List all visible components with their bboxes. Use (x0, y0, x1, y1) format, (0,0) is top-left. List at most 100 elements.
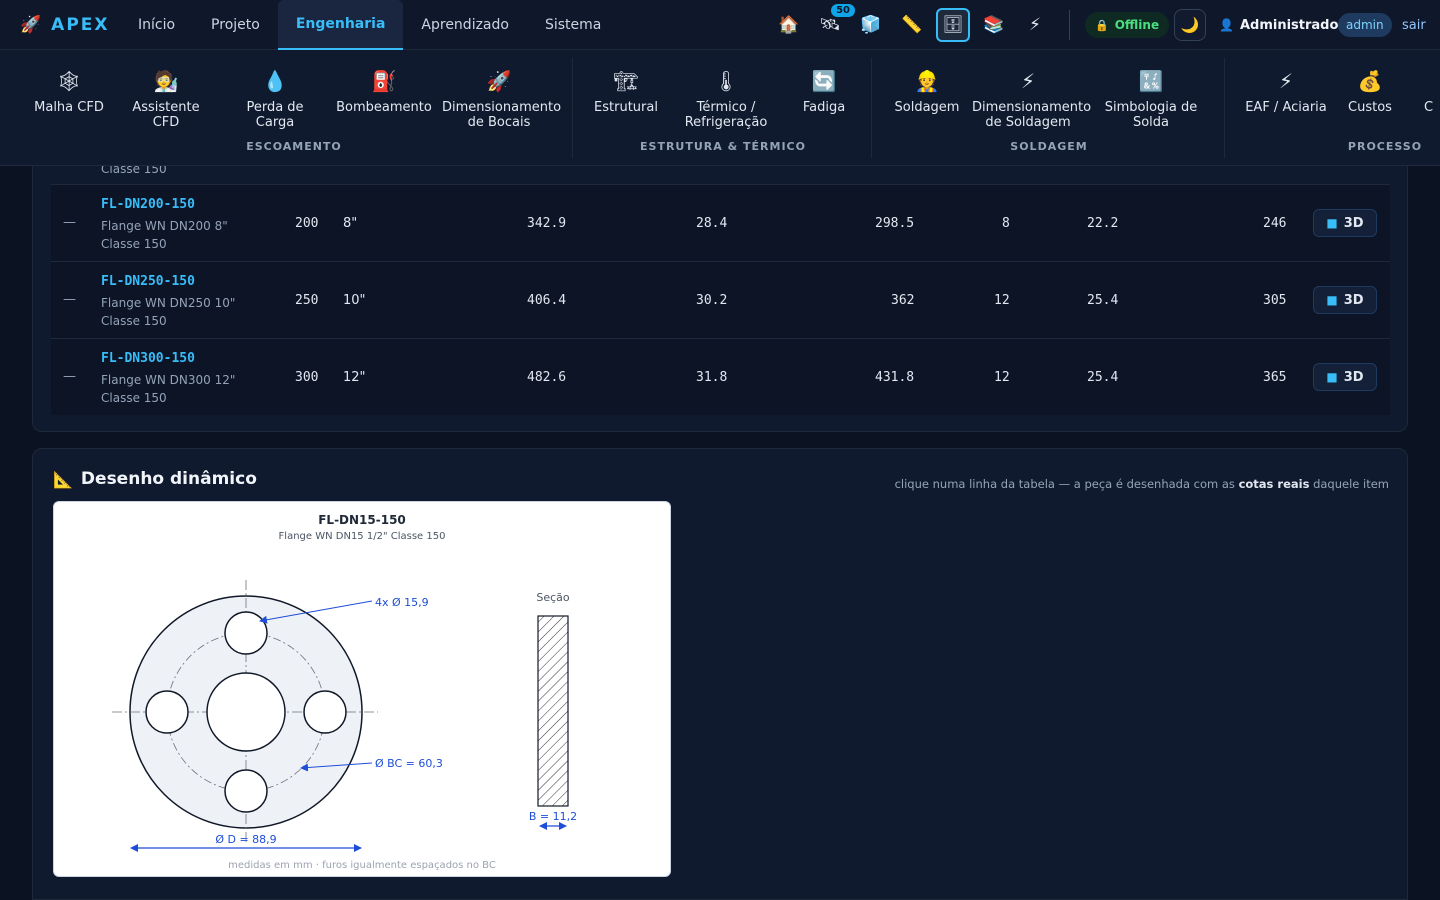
web-icon: 🕸 (56, 69, 82, 93)
submenu-dimensionamento-soldagem[interactable]: ⚡ Dimensionamento de Soldagem (972, 68, 1091, 130)
submenu-label: Malha CFD (34, 100, 104, 115)
submenu-label: Assistente CFD (132, 100, 200, 130)
lock-icon: 🔒 (1095, 18, 1109, 32)
home-icon[interactable]: 🏠 (772, 8, 806, 42)
thermometer-icon: 🌡 (713, 69, 739, 93)
row-inch: 8" (343, 216, 358, 231)
cabinet-icon[interactable]: 🗄 (936, 8, 970, 42)
layers-icon[interactable]: 📚 (977, 8, 1011, 42)
user-info: 👤 Administrador (1219, 0, 1345, 50)
row-d: 342.9 (527, 216, 567, 231)
droplet-icon: 💧 (262, 69, 288, 93)
status-badge: 🔒 Offline (1085, 12, 1170, 38)
row-inch: 10" (343, 293, 366, 308)
view-3d-button[interactable]: ■ 3D (1313, 286, 1377, 314)
lightning-icon: ⚡ (1020, 69, 1036, 93)
row-desc-2: Classe 150 (101, 391, 167, 405)
submenu-dimensionamento-bocais[interactable]: 🚀 Dimensionamento de Bocais (442, 68, 561, 130)
nav-aprendizado[interactable]: Aprendizado (403, 0, 527, 50)
view-3d-button[interactable]: ■ 3D (1313, 363, 1377, 391)
logout-link[interactable]: sair (1402, 0, 1426, 50)
part-description: Flange WN DN15 1/2" Classe 150 (279, 531, 446, 542)
satellite-icon[interactable]: 🛰 50 (813, 4, 855, 42)
engineering-submenu: 🕸 Malha CFD 🧑‍🔬 Assistente CFD 💧 Perda de C… (0, 50, 1440, 166)
drawing-title-text: Desenho dinâmico (80, 469, 257, 489)
row-marker: — (63, 292, 76, 307)
worker-icon: 👷 (914, 69, 940, 93)
user-name: Administrador (1239, 17, 1345, 33)
toolbar-divider (1069, 10, 1070, 40)
symbols-icon: 🔣 (1138, 69, 1164, 93)
view-3d-label: 3D (1343, 292, 1364, 308)
row-bc: 431.8 (875, 370, 915, 385)
fuel-pump-icon: ⛽ (371, 69, 397, 93)
row-holes: 12 (994, 370, 1010, 385)
brand-logo[interactable]: 🚀 APEX (20, 15, 120, 35)
submenu-malha-cfd[interactable]: 🕸 Malha CFD (26, 68, 112, 115)
bolt-hole (145, 690, 189, 734)
lightning-icon[interactable]: ⚡ (1018, 8, 1052, 42)
b-dimension: B = 11,2 (529, 810, 577, 823)
row-b: 31.8 (696, 370, 728, 385)
row-mass: 246 (1263, 216, 1287, 231)
table-row[interactable]: — FL-DN300-150 Flange WN DN300 12" Class… (51, 338, 1390, 415)
cycle-icon: 🔄 (811, 69, 837, 93)
submenu-perda-de-carga[interactable]: 💧 Perda de Carga (226, 68, 324, 130)
view-3d-button[interactable]: ■ 3D (1313, 209, 1377, 237)
theme-toggle-moon-icon[interactable]: 🌙 (1174, 9, 1206, 41)
cube-icon: ■ (1326, 370, 1338, 384)
group-separator (1224, 58, 1225, 158)
row-d: 482.6 (527, 370, 567, 385)
submenu-fadiga[interactable]: 🔄 Fadiga (794, 68, 854, 115)
crane-icon: 🏗 (613, 69, 639, 93)
nav-sistema[interactable]: Sistema (527, 0, 619, 50)
row-d: 406.4 (527, 293, 567, 308)
submenu-soldagem[interactable]: 👷 Soldagem (890, 68, 964, 115)
submenu-custos[interactable]: 💰 Custos (1340, 68, 1400, 115)
row-holes: 8 (1002, 216, 1010, 231)
row-b: 28.4 (696, 216, 728, 231)
submenu-eaf-aciaria[interactable]: ⚡ EAF / Aciaria (1242, 68, 1330, 115)
drawing-canvas[interactable]: FL-DN15-150 Flange WN DN15 1/2" Classe 1… (53, 501, 671, 877)
toolbar-icons: 🏠 🛰 50 🧊 📏 🗄 📚 ⚡ (772, 4, 1059, 42)
submenu-more-clipped[interactable]: C (1424, 68, 1440, 115)
rocket-icon: 🚀 (486, 69, 512, 93)
holes-dimension: 4x Ø 15,9 (375, 596, 429, 609)
user-icon: 👤 (1219, 18, 1234, 32)
view-3d-label: 3D (1343, 369, 1364, 385)
submenu-simbologia-solda[interactable]: 🔣 Simbologia de Solda (1100, 68, 1202, 130)
table-row[interactable]: — FL-DN200-150 Flange WN DN200 8" Classe… (51, 184, 1390, 261)
row-marker: — (63, 215, 76, 230)
flange-table: Classe 150 — FL-DN200-150 Flange WN DN20… (32, 140, 1408, 432)
row-desc-1: Flange WN DN250 10" (101, 296, 236, 310)
submenu-label: Simbologia de Solda (1104, 100, 1198, 130)
triangle-ruler-icon: 📐 (53, 469, 73, 489)
flange-drawing-svg: FL-DN15-150 Flange WN DN15 1/2" Classe 1… (112, 513, 577, 871)
submenu-label: Fadiga (802, 100, 846, 115)
row-desc-2: Classe 150 (101, 314, 167, 328)
flange-front-view (112, 580, 378, 842)
submenu-termico[interactable]: 🌡 Térmico / Refrigeração (680, 68, 772, 130)
row-desc-2: Classe 150 (101, 237, 167, 251)
row-bc: 362 (891, 293, 915, 308)
top-bar: 🚀 APEX Início Projeto Engenharia Aprendi… (0, 0, 1440, 50)
submenu-label: Bombeamento (336, 100, 432, 115)
group-label-processo: PROCESSO (1347, 140, 1423, 153)
row-hole-d: 25.4 (1087, 293, 1119, 308)
ruler-icon[interactable]: 📏 (895, 8, 929, 42)
nav-engenharia[interactable]: Engenharia (277, 0, 404, 50)
section-label: Seção (536, 591, 570, 604)
row-code: FL-DN250-150 (101, 274, 195, 289)
bolt-hole (303, 690, 347, 734)
section-view (537, 615, 569, 807)
submenu-assistente-cfd[interactable]: 🧑‍🔬 Assistente CFD (118, 68, 214, 130)
row-hole-d: 25.4 (1087, 370, 1119, 385)
submenu-estrutural[interactable]: 🏗 Estrutural (590, 68, 662, 115)
nav-inicio[interactable]: Início (120, 0, 193, 50)
nav-projeto[interactable]: Projeto (193, 0, 278, 50)
cube-icon[interactable]: 🧊 (854, 8, 888, 42)
submenu-label: Térmico / Refrigeração (684, 100, 768, 130)
role-badge: admin (1338, 13, 1392, 37)
submenu-bombeamento[interactable]: ⛽ Bombeamento (336, 68, 432, 115)
table-row[interactable]: — FL-DN250-150 Flange WN DN250 10" Class… (51, 261, 1390, 338)
